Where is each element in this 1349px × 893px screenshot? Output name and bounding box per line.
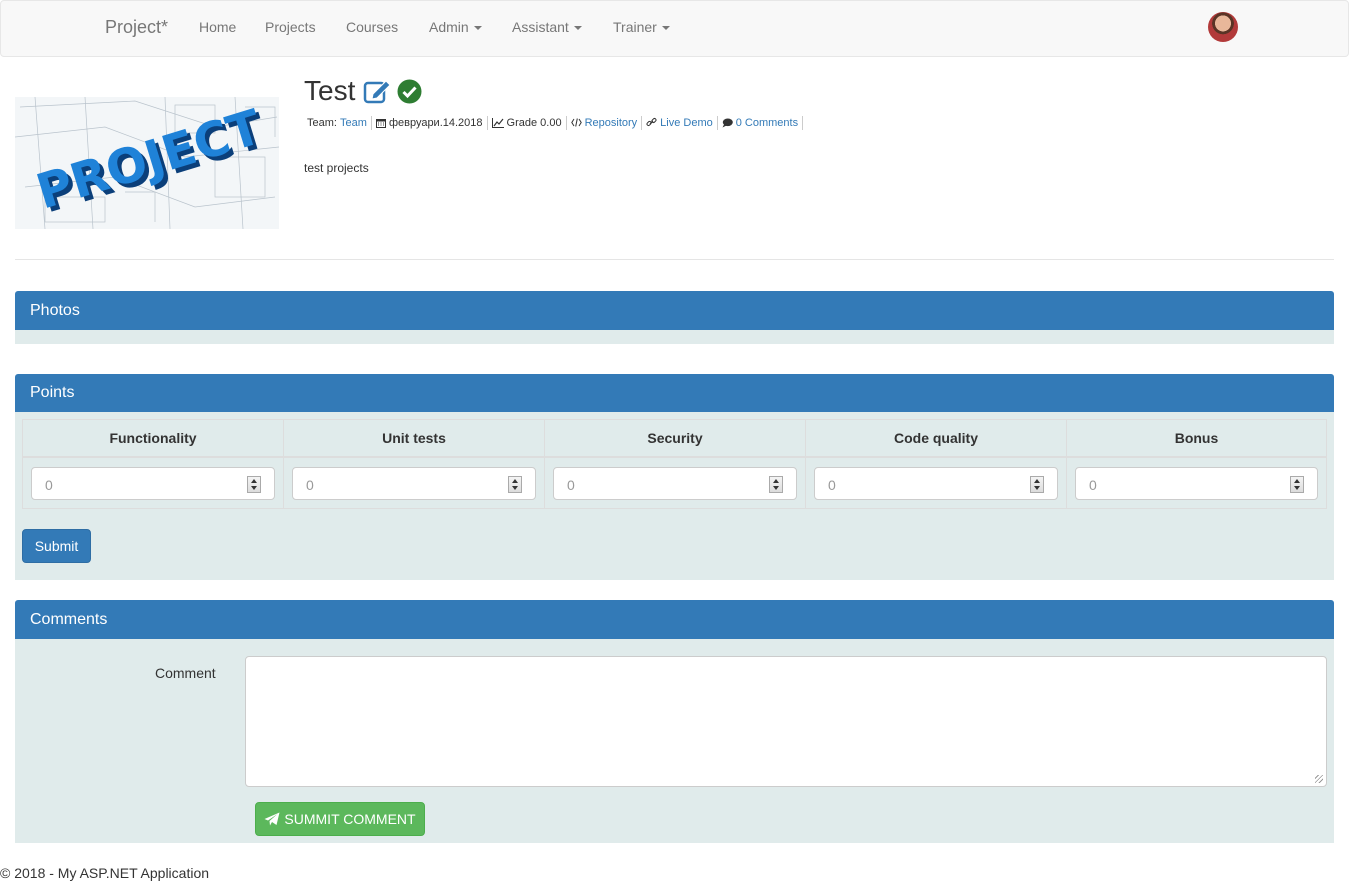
table-cell: 0: [23, 458, 284, 509]
column-header: Code quality: [806, 420, 1067, 458]
nav-trainer-dropdown[interactable]: Trainer: [613, 19, 670, 35]
submit-comment-label: SUMMIT COMMENT: [284, 811, 416, 827]
column-header: Functionality: [23, 420, 284, 458]
bonus-value: 0: [1089, 477, 1097, 493]
comment-label: Comment: [155, 665, 216, 681]
caret-down-icon: [473, 26, 482, 31]
paper-plane-icon: [264, 812, 280, 826]
unit-tests-input[interactable]: 0: [292, 467, 536, 500]
spinner-icon[interactable]: [769, 476, 783, 493]
edit-icon[interactable]: [363, 78, 392, 104]
nav-assistant-label: Assistant: [512, 19, 569, 35]
points-panel-title: Points: [30, 384, 75, 401]
nav-admin-label: Admin: [429, 19, 469, 35]
nav-home[interactable]: Home: [199, 19, 236, 35]
meta-grade: Grade 0.00: [488, 115, 567, 130]
comment-icon: [722, 118, 733, 127]
footer-text: © 2018 - My ASP.NET Application: [0, 865, 210, 881]
spinner-icon[interactable]: [1030, 476, 1044, 493]
check-circle-icon: [397, 79, 422, 103]
nav-courses[interactable]: Courses: [346, 19, 398, 35]
submit-points-button[interactable]: Submit: [22, 529, 91, 563]
column-header: Unit tests: [284, 420, 545, 458]
meta-team: Team: Team: [305, 115, 372, 130]
user-avatar[interactable]: [1208, 12, 1238, 42]
brand-link[interactable]: Project*: [105, 17, 168, 38]
photos-panel-body: [15, 330, 1334, 344]
project-meta: Team: Team февруари.14.2018 Grade 0.00 R…: [305, 115, 804, 130]
link-icon: [646, 118, 657, 126]
comments-panel-title: Comments: [30, 610, 108, 628]
functionality-value: 0: [45, 477, 53, 493]
table-cell: 0: [806, 458, 1067, 509]
comments-panel-heading: Comments: [15, 600, 1334, 639]
points-table: Functionality Unit tests Security Code q…: [22, 419, 1327, 509]
meta-live-demo: Live Demo: [642, 115, 718, 130]
team-label: Team:: [307, 116, 337, 129]
table-cell: 0: [545, 458, 806, 509]
table-cell: 0: [284, 458, 545, 509]
column-header: Security: [545, 420, 806, 458]
top-navbar: Project* Home Projects Courses Admin Ass…: [0, 0, 1349, 57]
code-icon: [570, 118, 582, 127]
spinner-icon[interactable]: [508, 476, 522, 493]
calendar-icon: [375, 118, 386, 128]
spinner-icon[interactable]: [247, 476, 261, 493]
live-demo-link[interactable]: Live Demo: [660, 117, 713, 129]
points-panel-heading: Points: [15, 374, 1334, 412]
project-thumbnail: PROJECT PROJECT: [15, 97, 279, 229]
team-link[interactable]: Team: [340, 117, 367, 129]
nav-trainer-label: Trainer: [613, 19, 657, 35]
nav-admin-dropdown[interactable]: Admin: [429, 19, 482, 35]
caret-down-icon: [573, 26, 582, 31]
column-header: Bonus: [1067, 420, 1326, 458]
meta-repository: Repository: [567, 115, 643, 130]
photos-panel-title: Photos: [30, 301, 80, 319]
grade-text: Grade 0.00: [506, 116, 562, 129]
code-quality-input[interactable]: 0: [814, 467, 1058, 500]
security-value: 0: [567, 477, 575, 493]
nav-assistant-dropdown[interactable]: Assistant: [512, 19, 582, 35]
project-title: Test: [304, 75, 356, 106]
unit-tests-value: 0: [306, 477, 314, 493]
project-description: test projects: [304, 161, 369, 175]
resize-handle-icon[interactable]: [1315, 775, 1323, 783]
comment-textarea[interactable]: [245, 656, 1327, 787]
caret-down-icon: [661, 26, 670, 31]
table-cell: 0: [1067, 458, 1326, 509]
meta-date: февруари.14.2018: [372, 115, 488, 130]
date-text: февруари.14.2018: [388, 116, 483, 129]
spinner-icon[interactable]: [1290, 476, 1304, 493]
code-quality-value: 0: [828, 477, 836, 493]
functionality-input[interactable]: 0: [31, 467, 275, 500]
comments-link[interactable]: 0 Comments: [736, 117, 798, 129]
meta-comments: 0 Comments: [718, 115, 804, 130]
submit-comment-button[interactable]: SUMMIT COMMENT: [255, 802, 425, 836]
security-input[interactable]: 0: [553, 467, 797, 500]
line-chart-icon: [491, 117, 504, 128]
project-title-row: Test: [304, 74, 422, 108]
photos-panel-heading: Photos: [15, 291, 1334, 330]
nav-projects[interactable]: Projects: [265, 19, 316, 35]
bonus-input[interactable]: 0: [1075, 467, 1318, 500]
repository-link[interactable]: Repository: [585, 117, 638, 129]
divider: [15, 259, 1334, 260]
